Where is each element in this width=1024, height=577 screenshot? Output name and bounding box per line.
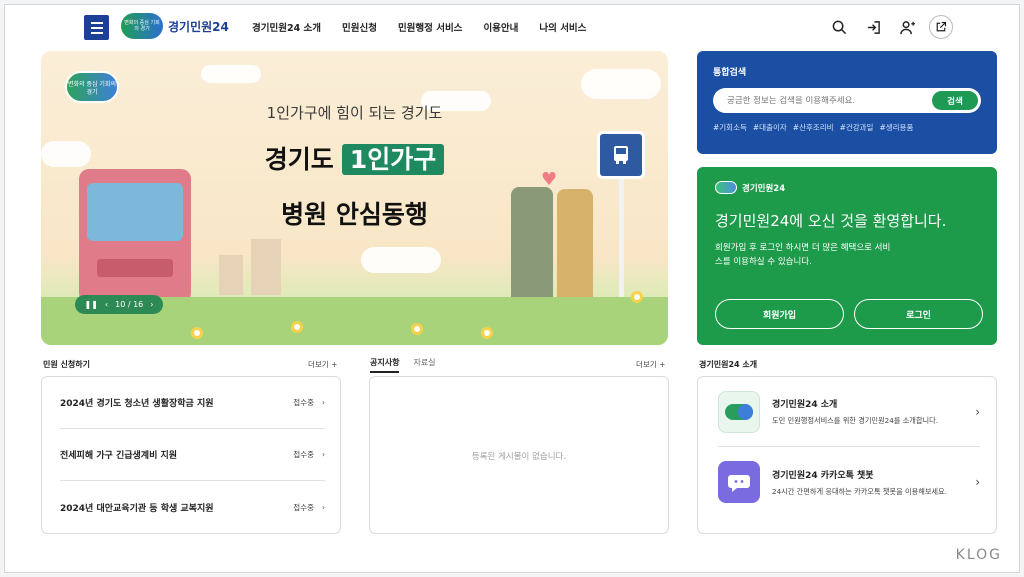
list-item[interactable]: 경기민원24 카카오톡 챗봇 24시간 간편하게 응대하는 카카오톡 챗봇을 이…	[718, 447, 980, 517]
welcome-buttons: 회원가입 로그인	[715, 299, 983, 329]
search-icon[interactable]	[827, 15, 851, 39]
hero-banner[interactable]: 변화의 중심 기회의 경기 1인가구에 힘이 되는 경기도 경기도 1인가구 병원…	[41, 51, 668, 345]
applications-more-link[interactable]: 더보기 +	[308, 359, 337, 370]
search-tag[interactable]: #산후조리비	[793, 122, 834, 133]
logo-mark: 변화의 중심 기회의 경기	[121, 13, 163, 39]
nav-item-apply[interactable]: 민원신청	[342, 20, 377, 34]
nav-item-my-service[interactable]: 나의 서비스	[539, 20, 586, 34]
applications-title: 민원 신청하기	[43, 360, 90, 369]
flower-decoration	[291, 321, 303, 333]
next-slide-button[interactable]: ›	[150, 300, 153, 309]
intro-item-title: 경기민원24 소개	[772, 400, 838, 410]
chevron-right-icon: ›	[975, 404, 980, 419]
slide-counter: 10 / 16	[115, 300, 144, 309]
banner-subtitle: 1인가구에 힘이 되는 경기도	[266, 104, 443, 122]
welcome-description: 회원가입 후 로그인 하시면 더 많은 혜택으로 서비스를 이용하실 수 있습니…	[715, 243, 891, 267]
intro-item-desc: 도민 민원행정서비스를 위한 경기민원24를 소개합니다.	[772, 416, 939, 425]
application-status: 접수중	[293, 502, 314, 512]
menu-button[interactable]	[84, 15, 109, 40]
search-tag[interactable]: #건강과일	[840, 122, 874, 133]
application-status: 접수중	[293, 450, 314, 459]
logo-text: 경기민원24	[168, 19, 229, 34]
application-status: 접수중	[293, 398, 314, 407]
chevron-right-icon: ›	[975, 475, 980, 489]
bus-illustration	[79, 169, 191, 309]
chevron-right-icon: ›	[322, 450, 325, 459]
welcome-title: 경기민원24에 오신 것을 환영합니다.	[715, 212, 947, 230]
list-item[interactable]: 2024년 경기도 청소년 생활장학금 지원 접수중 ›	[60, 377, 325, 429]
intro-title: 경기민원24 소개	[699, 360, 758, 369]
bus-stop-sign-icon	[597, 131, 645, 179]
intro-list: 경기민원24 소개 도민 민원행정서비스를 위한 경기민원24를 소개합니다. …	[697, 376, 997, 534]
search-tag[interactable]: #기회소득	[713, 122, 747, 133]
pause-icon[interactable]: ❚❚	[85, 300, 98, 309]
empty-message: 등록된 게시물이 없습니다.	[471, 452, 567, 462]
list-item[interactable]: 전세피해 가구 긴급생계비 지원 접수중 ›	[60, 429, 325, 481]
nav-item-intro[interactable]: 경기민원24 소개	[252, 20, 321, 34]
notice-tabs: 공지사항 자료실	[370, 357, 436, 373]
cloud-decoration	[581, 69, 661, 99]
intro-item-title: 경기민원24 카카오톡 챗봇	[772, 470, 874, 481]
prev-slide-button[interactable]: ‹	[105, 300, 108, 309]
banner-logo: 변화의 중심 기회의 경기	[65, 71, 119, 103]
search-tag[interactable]: #생리용품	[879, 122, 913, 133]
banner-title-highlight: 1인가구	[341, 144, 445, 175]
flower-decoration	[631, 291, 643, 303]
watermark: KLOG	[955, 547, 1002, 563]
header: 변화의 중심 기회의 경기 경기민원24 경기민원24 소개 민원신청 민원행정…	[5, 5, 1019, 51]
nav-item-guide[interactable]: 이용안내	[483, 20, 518, 34]
application-title: 2024년 대안교육기관 등 학생 교복지원	[60, 503, 214, 514]
intro-item-desc: 24시간 간편하게 응대하는 카카오톡 챗봇을 이용해보세요.	[772, 486, 947, 496]
banner-pager: ❚❚ ‹ 10 / 16 ›	[75, 295, 163, 314]
search-box: 검색	[713, 88, 981, 113]
site-logo[interactable]: 변화의 중심 기회의 경기 경기민원24	[121, 13, 229, 39]
notices-panel: 등록된 게시물이 없습니다.	[369, 376, 669, 534]
flower-decoration	[411, 323, 423, 335]
cloud-decoration	[361, 247, 441, 273]
chevron-right-icon: ›	[322, 398, 325, 407]
logo-mark	[715, 181, 737, 194]
application-title: 2024년 경기도 청소년 생활장학금 지원	[60, 399, 214, 409]
elderly-person-illustration	[511, 187, 553, 307]
applications-list: 2024년 경기도 청소년 생활장학금 지원 접수중 › 전세피해 가구 긴급생계…	[41, 376, 341, 534]
application-title: 전세피해 가구 긴급생계비 지원	[60, 451, 178, 461]
welcome-logo: 경기민원24	[715, 181, 979, 194]
list-item[interactable]: 경기민원24 소개 도민 민원행정서비스를 위한 경기민원24를 소개합니다. …	[718, 377, 980, 447]
nav-item-services[interactable]: 민원행정 서비스	[398, 20, 463, 34]
notices-more-link[interactable]: 더보기 +	[636, 359, 665, 370]
search-tag[interactable]: #대출이자	[753, 122, 787, 133]
search-title: 통합검색	[713, 68, 747, 78]
building-decoration	[251, 239, 281, 295]
signup-button[interactable]: 회원가입	[715, 299, 844, 329]
building-decoration	[219, 255, 243, 295]
bus-stop-pole	[619, 179, 624, 301]
login-button[interactable]: 로그인	[854, 299, 983, 329]
external-link-icon[interactable]	[929, 15, 953, 39]
header-tools	[827, 15, 953, 39]
list-item[interactable]: 2024년 대안교육기관 등 학생 교복지원 접수중 ›	[60, 481, 325, 533]
chevron-right-icon: ›	[322, 502, 325, 512]
search-input[interactable]	[727, 95, 932, 106]
login-icon[interactable]	[861, 15, 885, 39]
chatbot-icon	[718, 461, 760, 503]
menu-icon	[90, 21, 103, 24]
caregiver-illustration	[557, 189, 593, 307]
tab-resources[interactable]: 자료실	[413, 357, 435, 373]
flower-decoration	[481, 327, 493, 339]
welcome-card: 경기민원24 경기민원24에 오신 것을 환영합니다. 회원가입 후 로그인 하…	[697, 167, 997, 345]
tab-notices[interactable]: 공지사항	[370, 357, 400, 373]
integrated-search-card: 통합검색 검색 #기회소득 #대출이자 #산후조리비 #건강과일 #생리용품	[697, 51, 997, 154]
flower-decoration	[191, 327, 203, 339]
search-tags: #기회소득 #대출이자 #산후조리비 #건강과일 #생리용품	[713, 122, 981, 133]
user-add-icon[interactable]	[895, 15, 919, 39]
cloud-decoration	[201, 65, 261, 83]
main-nav: 경기민원24 소개 민원신청 민원행정 서비스 이용안내 나의 서비스	[252, 20, 586, 34]
page-frame: 변화의 중심 기회의 경기 경기민원24 경기민원24 소개 민원신청 민원행정…	[4, 4, 1020, 573]
search-button[interactable]: 검색	[932, 91, 978, 110]
gyeonggi-logo-icon	[718, 390, 760, 433]
